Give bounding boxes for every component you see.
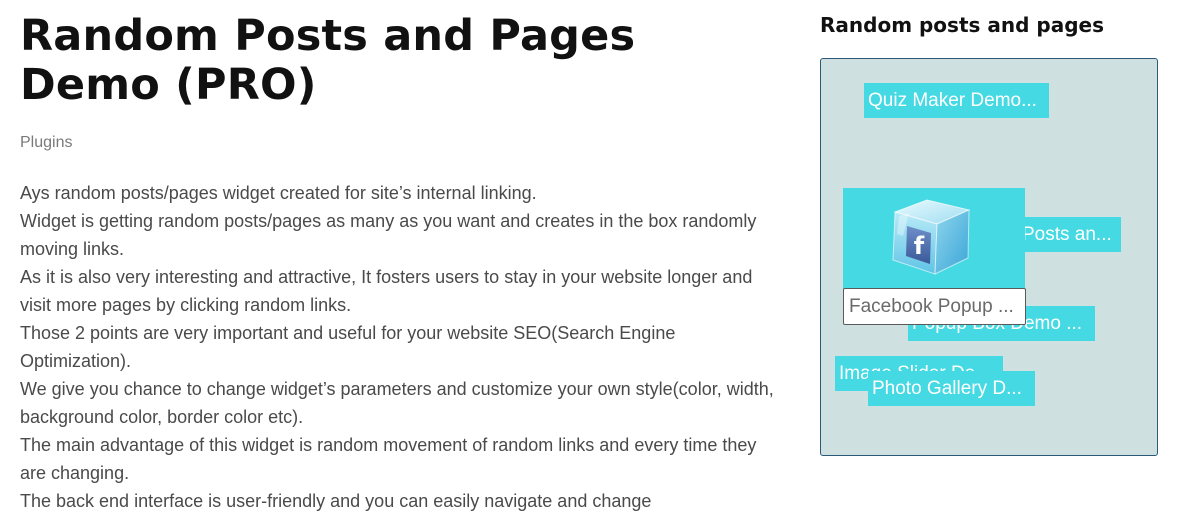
paragraph: Ays random posts/pages widget created fo… [20,183,537,203]
random-link-photo-gallery[interactable]: Photo Gallery D... [868,371,1035,406]
article: Random Posts and Pages Demo (PRO) Plugin… [20,12,780,515]
svg-text:f: f [914,232,925,260]
sidebar: Random posts and pages [820,10,1160,40]
post-category: Plugins [20,133,780,153]
widget-title: Random posts and pages [820,13,1104,37]
paragraph: The back end interface is user-friendly … [20,491,652,511]
random-links-box: Quiz Maker Demo... Posts an... Popup Box… [820,58,1158,456]
hover-tooltip: Facebook Popup ... [843,288,1026,325]
article-body: Ays random posts/pages widget created fo… [20,179,780,515]
paragraph: Those 2 points are very important and us… [20,323,676,371]
paragraph: The main advantage of this widget is ran… [20,435,757,483]
category-link[interactable]: Plugins [20,134,72,151]
paragraph: Widget is getting random posts/pages as … [20,211,757,259]
random-link-quiz-maker[interactable]: Quiz Maker Demo... [864,83,1049,118]
paragraph: We give you chance to change widget’s pa… [20,379,774,427]
random-link-posts[interactable]: Posts an... [1018,217,1121,252]
random-link-facebook-popup[interactable]: f [843,188,1025,289]
paragraph: As it is also very interesting and attra… [20,267,753,315]
facebook-ice-cube-icon: f [892,199,971,275]
page-title: Random Posts and Pages Demo (PRO) [20,11,636,110]
